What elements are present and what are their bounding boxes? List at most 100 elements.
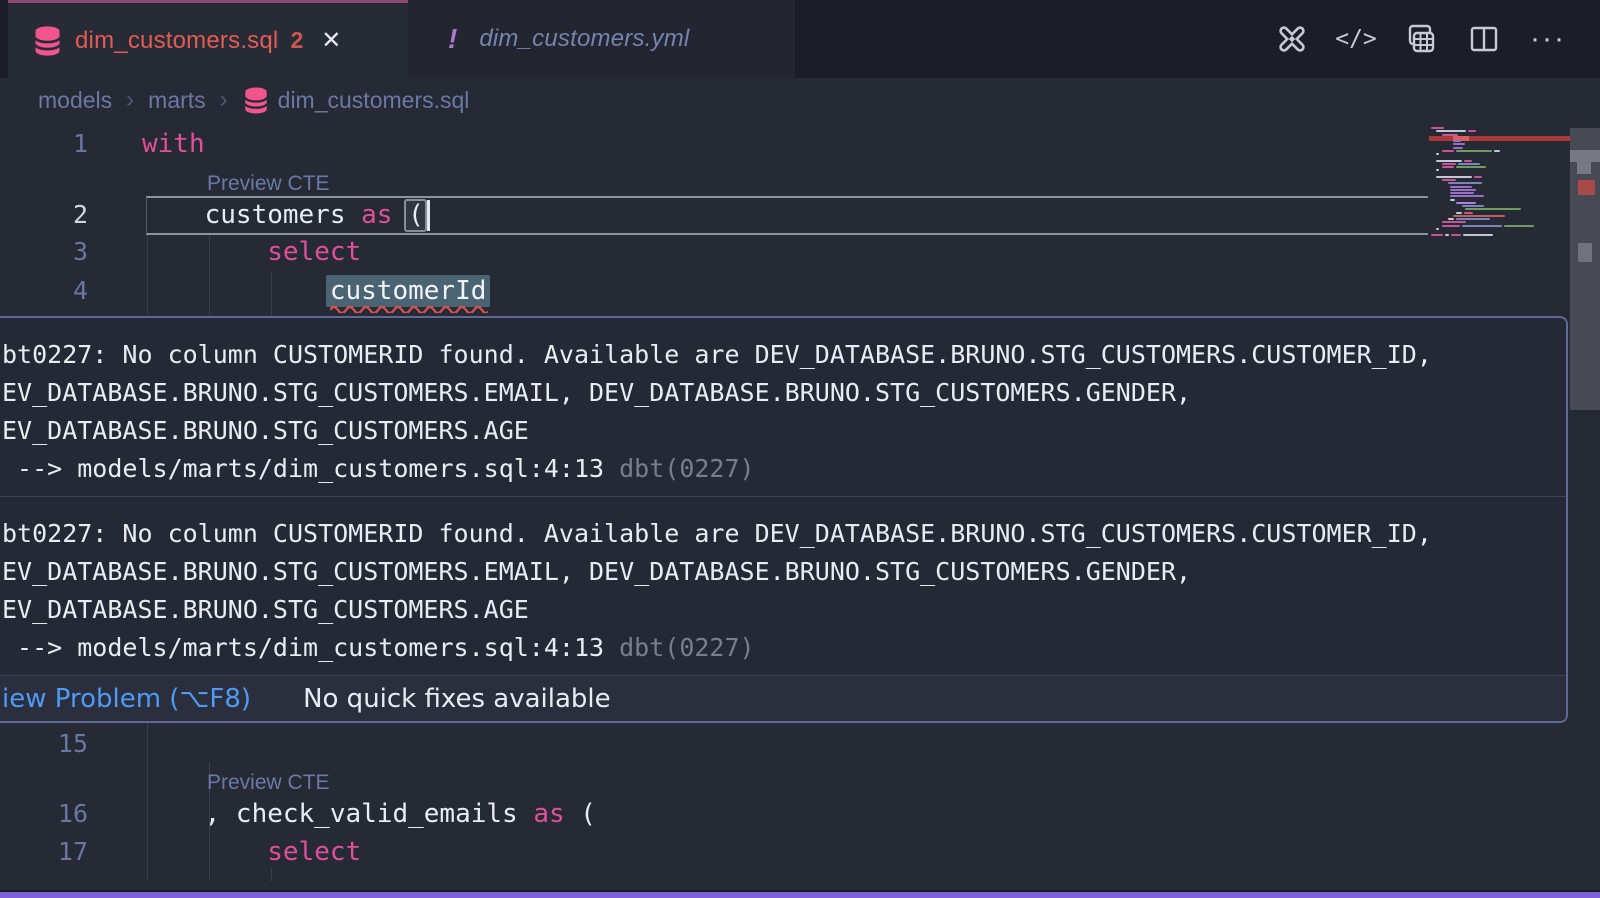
popup-footer: iew Problem (⌥F8) No quick fixes availab…	[0, 675, 1566, 721]
minimap-code-line	[1431, 127, 1444, 129]
view-problem-link[interactable]: iew Problem (⌥F8)	[2, 684, 251, 714]
text-cursor	[427, 200, 430, 231]
minimap-code-line	[1442, 179, 1456, 181]
tab-dim-customers-yml[interactable]: ! dim_customers.yml	[408, 0, 795, 78]
minimap-code-line	[1494, 150, 1500, 152]
minimap-code-line	[1448, 218, 1454, 220]
overview-mark	[1577, 162, 1591, 174]
error-message-line: EV_DATABASE.BRUNO.STG_CUSTOMERS.EMAIL, D…	[2, 553, 1550, 591]
code-text: select	[267, 837, 361, 867]
tab-title: dim_customers.sql	[75, 27, 278, 55]
bottom-accent-bar	[0, 892, 1600, 898]
code-text	[142, 237, 267, 267]
minimap-code-line	[1442, 150, 1454, 152]
code-line[interactable]: , check_valid_emails as (	[142, 795, 596, 833]
breadcrumb-marts[interactable]: marts	[148, 87, 206, 114]
minimap-code-line	[1445, 234, 1449, 236]
error-marker-icon: !	[448, 23, 457, 55]
code-text: as	[361, 200, 392, 230]
line-number[interactable]: 17	[38, 833, 88, 871]
code-text: (	[565, 799, 596, 829]
unsaved-problems-badge: 2	[290, 27, 303, 54]
error-code: dbt(0227)	[619, 454, 754, 483]
code-line[interactable]: select	[142, 833, 361, 871]
error-code: dbt(0227)	[619, 633, 754, 662]
line-number[interactable]: 2	[38, 196, 88, 234]
query-results-icon[interactable]	[1400, 19, 1440, 59]
dbt-icon[interactable]	[1272, 19, 1312, 59]
minimap-code-line	[1450, 192, 1474, 194]
minimap-code-line	[1504, 225, 1534, 227]
editor-window: 1withPreview CTE2 customers as (3 select…	[0, 0, 1600, 898]
code-text: (	[392, 200, 423, 230]
database-icon	[244, 87, 268, 114]
minimap-code-line	[1436, 176, 1472, 178]
database-icon	[34, 26, 61, 56]
minimap-code-line	[1463, 234, 1493, 236]
code-text	[142, 837, 267, 867]
split-editor-icon[interactable]	[1464, 19, 1504, 59]
minimap-code-line	[1442, 166, 1454, 168]
minimap-code-line	[1436, 153, 1439, 155]
minimap-code-line	[1450, 195, 1484, 197]
minimap-code-line	[1468, 130, 1476, 132]
error-message-line: EV_DATABASE.BRUNO.STG_CUSTOMERS.AGE	[2, 591, 1550, 629]
line-number[interactable]: 16	[38, 795, 88, 833]
line-number[interactable]: 3	[38, 233, 88, 271]
line-number[interactable]: 15	[38, 725, 88, 763]
code-text	[142, 276, 330, 306]
more-actions-icon[interactable]: ···	[1528, 19, 1568, 59]
minimap-code-line	[1448, 182, 1482, 184]
minimap-code-line	[1436, 228, 1439, 230]
minimap-code-line	[1456, 202, 1476, 204]
code-text: as	[533, 799, 564, 829]
code-text: select	[267, 237, 361, 267]
error-message-block: bt0227: No column CUSTOMERID found. Avai…	[0, 318, 1566, 496]
compile-sql-icon[interactable]: </>	[1336, 19, 1376, 59]
minimap-code-line	[1456, 166, 1486, 168]
minimap[interactable]	[1429, 127, 1570, 247]
no-quick-fixes-label: No quick fixes available	[303, 684, 611, 714]
error-message-line: EV_DATABASE.BRUNO.STG_CUSTOMERS.AGE	[2, 412, 1550, 450]
minimap-code-line	[1453, 147, 1463, 149]
minimap-code-line	[1442, 225, 1460, 227]
error-message-line: bt0227: No column CUSTOMERID found. Avai…	[2, 336, 1550, 374]
minimap-code-line	[1453, 140, 1461, 142]
error-location: --> models/marts/dim_customers.sql:4:13	[2, 633, 619, 662]
minimap-code-line	[1450, 186, 1472, 188]
minimap-code-line	[1464, 160, 1472, 162]
minimap-code-line	[1450, 189, 1476, 191]
breadcrumb-models[interactable]: models	[38, 87, 112, 114]
error-message-line: bt0227: No column CUSTOMERID found. Avai…	[2, 515, 1550, 553]
overview-mark	[1570, 150, 1600, 162]
editor-actions-toolbar: </> ···	[1272, 0, 1600, 78]
minimap-code-line	[1462, 225, 1502, 227]
error-message-line: EV_DATABASE.BRUNO.STG_CUSTOMERS.EMAIL, D…	[2, 374, 1550, 412]
minimap-code-line	[1465, 208, 1521, 210]
tab-dim-customers-sql[interactable]: dim_customers.sql 2 ✕	[8, 0, 408, 78]
minimap-code-line	[1462, 205, 1484, 207]
tab-title: dim_customers.yml	[479, 25, 689, 53]
minimap-code-line	[1453, 143, 1465, 145]
code-line[interactable]: customers as (	[142, 196, 424, 234]
minimap-code-line	[1456, 218, 1490, 220]
minimap-code-line	[1458, 163, 1480, 165]
line-number[interactable]: 1	[38, 125, 88, 163]
minimap-code-line	[1442, 163, 1456, 165]
error-message-block: bt0227: No column CUSTOMERID found. Avai…	[0, 497, 1566, 675]
minimap-code-line	[1453, 215, 1505, 217]
overview-mark	[1578, 243, 1592, 262]
minimap-code-line	[1451, 234, 1461, 236]
tab-bar: dim_customers.sql 2 ✕ ! dim_customers.ym…	[0, 0, 1600, 78]
overview-error-mark	[1578, 180, 1595, 195]
minimap-code-line	[1431, 234, 1443, 236]
scrollbar[interactable]	[1570, 118, 1600, 898]
close-icon[interactable]: ✕	[321, 26, 341, 55]
minimap-code-line	[1436, 130, 1466, 132]
minimap-code-line	[1474, 176, 1482, 178]
minimap-code-line	[1456, 150, 1492, 152]
code-line[interactable]: select	[142, 233, 361, 271]
line-number[interactable]: 4	[38, 272, 88, 310]
breadcrumb-file[interactable]: dim_customers.sql	[278, 87, 470, 114]
code-line[interactable]: with	[142, 125, 205, 163]
